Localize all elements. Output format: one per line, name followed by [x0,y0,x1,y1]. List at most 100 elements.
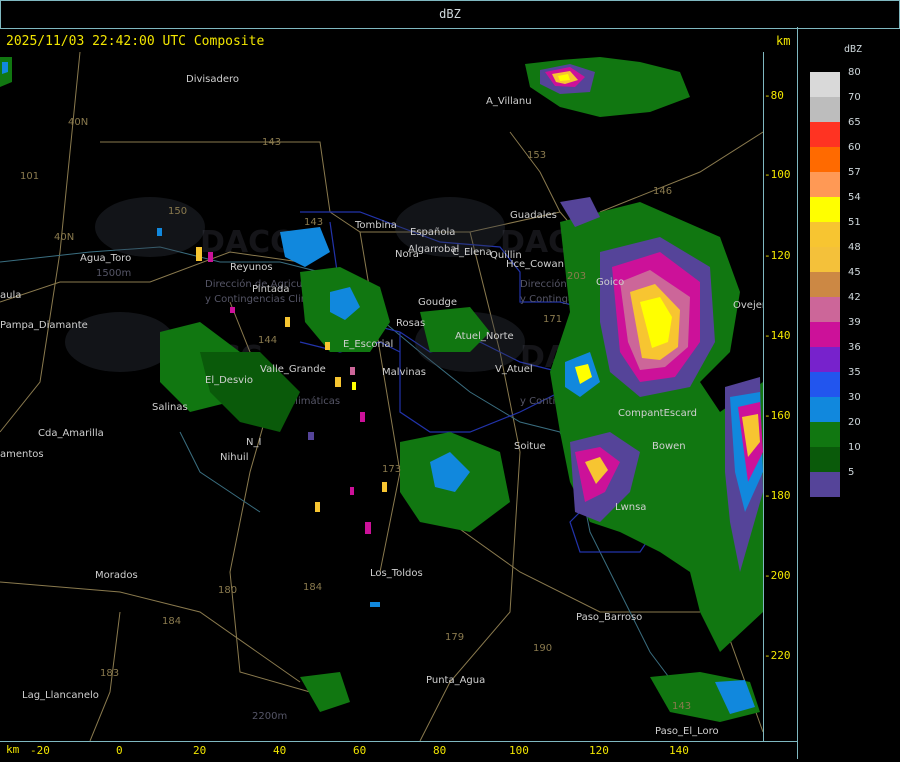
place-label: Bowen [652,441,686,452]
road-label: 146 [653,186,672,197]
place-label: Atuel_Norte [455,331,514,342]
place-label: Pampa_Diamante [0,320,88,331]
road-label: 2200m [252,711,287,722]
road-label: 153 [527,150,546,161]
legend-value-label: 60 [848,142,861,153]
x-tick-label: 40 [273,744,287,757]
legend-swatch: 57 [810,167,861,197]
legend-value-label: 20 [848,417,861,428]
y-tick-label: -100 [764,168,791,181]
legend-swatch: 35 [810,367,861,397]
legend-value-label: 5 [848,467,855,478]
road-label: 203 [567,271,586,282]
place-label: aula [0,290,21,301]
road-label: 150 [168,206,187,217]
y-axis: -80 -100 -120 -140 -160 -180 -200 -220 [763,52,798,741]
y-tick-label: -200 [764,569,791,582]
x-tick-label: 60 [353,744,367,757]
legend-swatch: 42 [810,292,861,322]
x-tick-label: -20 [30,744,50,757]
x-tick-label: 20 [193,744,207,757]
place-label: Rosas [396,318,425,329]
y-tick-label: -160 [764,409,791,422]
place-label: Hce_Cowan [506,259,564,270]
legend-value-label: 65 [848,117,861,128]
place-label: Nihuil [220,452,249,463]
place-label: Soitue [514,441,546,452]
place-label: Española [410,227,455,238]
radar-map[interactable]: DACC DACC DACC DACC Dirección de Agricul… [0,52,763,741]
legend-swatch: 5 [810,467,854,497]
legend-value-label: 10 [848,442,861,453]
legend-value-label: 57 [848,167,861,178]
road-label: 173 [382,464,401,475]
place-label: Punta_Agua [426,675,485,686]
legend-value-label: 51 [848,217,861,228]
timestamp-label: 2025/11/03 22:42:00 UTC Composite [6,34,265,49]
place-label: Salinas [152,402,188,413]
x-tick-label: 120 [589,744,609,757]
place-label: Valle_Grande [260,364,326,375]
place-label: A_Villanu [486,96,532,107]
place-label: N_I [246,437,261,448]
unit-label-bottom: km [6,743,20,756]
legend-scale: 80 70 65 60 57 54 51 48 45 42 39 36 35 30 20 10 5 [810,67,861,497]
legend-swatch: 80 [810,67,861,97]
product-title: dBZ [439,7,461,21]
x-tick-label: 100 [509,744,529,757]
place-label: amentos [0,449,44,460]
place-label: Nora [395,249,419,260]
place-label: Goico [596,277,624,288]
road-label: 40N [54,232,74,243]
place-label: CompantEscard [618,408,697,419]
place-label: Ovejer [733,300,763,311]
road-label: 183 [100,668,119,679]
legend-swatch: 65 [810,117,861,147]
color-legend: dBZ 80 70 65 60 57 54 51 48 45 42 39 36 35 30 20 10 5 [797,27,899,759]
place-label: Lwnsa [615,502,646,513]
road-label: 184 [162,616,181,627]
radar-map-canvas[interactable]: DACC DACC DACC DACC Dirección de Agricul… [0,52,763,741]
place-label: Paso_El_Loro [655,726,719,737]
x-tick-label: 0 [116,744,123,757]
road-label: 143 [304,217,323,228]
place-label: Goudge [418,297,457,308]
legend-value-label: 39 [848,317,861,328]
legend-swatch: 45 [810,267,861,297]
road-label: 101 [20,171,39,182]
y-tick-label: -220 [764,649,791,662]
legend-swatch: 30 [810,392,861,422]
legend-value-label: 36 [848,342,861,353]
road-label: 144 [258,335,277,346]
place-label: V_Atuel [495,364,533,375]
legend-value-label: 54 [848,192,861,203]
place-label: Morados [95,570,138,581]
road-label: 143 [262,137,281,148]
watermark-text-1: DACC [200,225,292,260]
title-bar: dBZ [0,0,900,29]
legend-swatch: 20 [810,417,861,447]
place-label: Tombina [354,220,397,231]
legend-value-label: 35 [848,367,861,378]
x-tick-label: 140 [669,744,689,757]
place-label: Reyunos [230,262,273,273]
unit-label-top: km [776,34,791,48]
legend-value-label: 80 [848,67,861,78]
legend-value-label: 45 [848,267,861,278]
place-label: Lag_Llancanelo [22,690,99,701]
road-label: 179 [445,632,464,643]
place-label: Los_Toldos [370,568,423,579]
place-label: Malvinas [382,367,426,378]
road-label: 143 [672,701,691,712]
place-label: Cda_Amarilla [38,428,104,439]
place-label: Pintada [252,284,289,295]
place-label: Divisadero [186,74,239,85]
road-label: 171 [543,314,562,325]
y-tick-label: -180 [764,489,791,502]
legend-swatch: 10 [810,442,861,472]
legend-swatch: 60 [810,142,861,172]
place-label: Guadales [510,210,557,221]
legend-value-label: 48 [848,242,861,253]
x-tick-label: 80 [433,744,447,757]
road-label: 180 [218,585,237,596]
